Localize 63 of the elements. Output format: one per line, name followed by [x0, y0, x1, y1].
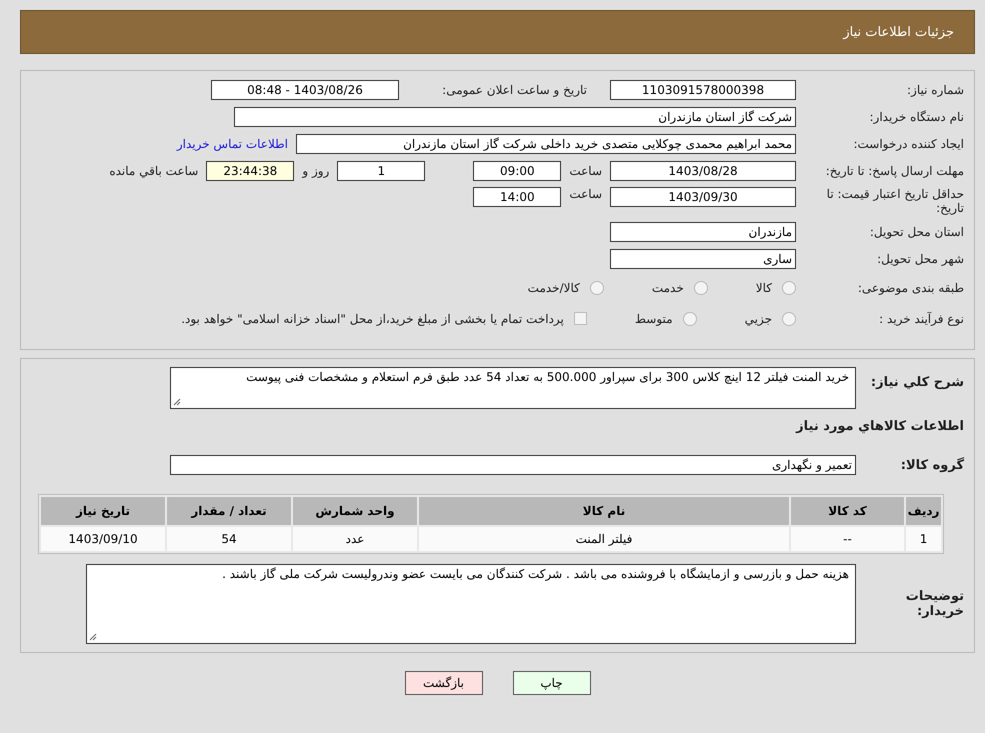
field-label: استان محل تحویل: — [868, 224, 964, 239]
deadline-time-field: 09:00 — [473, 161, 562, 181]
column-header: تاريخ نياز — [41, 497, 165, 526]
announce-date-field: 1403/08/26 - 08:48 — [211, 80, 399, 100]
buyer-notes-box[interactable]: هزینه حمل و بازرسی و ازمایشگاه با فروشنده می باشد . شرکت کنندگان می بایست عضو وندرولیست شرکت ملی گاز باشند . — [86, 564, 856, 644]
column-header: رديف — [906, 497, 941, 526]
option-label: پرداخت تمام یا بخشی از مبلغ خرید،از محل "اسناد خزانه اسلامی" خواهد بود. — [181, 312, 564, 326]
days-field: 1 — [337, 161, 426, 181]
field-label: شماره نیاز: — [906, 82, 964, 98]
column-header: نام کالا — [419, 497, 789, 526]
field-label: طبقه بندی موضوعی: — [856, 280, 964, 295]
city-field: ساری — [610, 248, 796, 269]
resize-grip-icon[interactable] — [89, 633, 97, 642]
description-box[interactable]: خرید المنت فیلتر 12 اینچ کلاس 300 برای سپراور 500.000 به تعداد 54 عدد طبق فرم استعلام و مشخصات فنی پیوست — [170, 366, 856, 409]
field-label: ساعت باقي مانده — [109, 164, 198, 178]
table-cell: 54 — [167, 527, 291, 552]
field-label: تاریخ و ساعت اعلان عمومی: — [441, 82, 587, 98]
table-cell: 1403/09/10 — [41, 527, 165, 552]
goods-group-field: تعمیر و نگهداری — [170, 455, 856, 476]
section-title: اطلاعات کالاهاي مورد نياز — [794, 418, 964, 434]
table-cell: فیلتر المنت — [419, 527, 789, 552]
print-button[interactable]: چاپ — [512, 671, 590, 696]
field-label: توضیحات خریدار: — [904, 588, 964, 620]
field-label: ایجاد کننده درخواست: — [852, 136, 964, 152]
column-header: واحد شمارش — [293, 497, 417, 526]
back-button[interactable]: بازگشت — [404, 671, 482, 696]
column-header: تعداد / مقدار — [167, 497, 291, 526]
field-label: ساعت — [569, 187, 602, 201]
page-header: جزئیات اطلاعات نیاز — [20, 10, 975, 54]
validity-time-field: 14:00 — [473, 187, 562, 207]
validity-date-field: 1403/09/30 — [610, 187, 796, 207]
radio-button[interactable] — [782, 312, 796, 326]
radio-button[interactable] — [782, 280, 796, 295]
radio-button[interactable] — [590, 280, 604, 295]
field-label: نام دستگاه خریدار: — [868, 110, 964, 124]
option-label: کالا/خدمت — [528, 280, 580, 295]
field-label: نوع فرآیند خرید : — [878, 312, 964, 326]
table-cell: عدد — [293, 527, 417, 552]
field-label: ساعت — [569, 164, 602, 178]
remaining-time-field: 23:44:38 — [206, 161, 294, 181]
deadline-date-field: 1403/08/28 — [610, 161, 796, 181]
field-label: گروه کالا: — [900, 458, 964, 474]
province-field: مازندران — [610, 222, 796, 242]
buyer-org-field: شرکت گاز استان مازندران — [234, 107, 796, 127]
need-number-field: 1103091578000398 — [610, 80, 796, 100]
option-label: کالا — [756, 280, 772, 295]
option-label: جزيي — [744, 312, 772, 326]
option-label: خدمت — [652, 280, 684, 295]
creator-field: محمد ابراهیم محمدی چوکلایی متصدی خرید داخلی شرکت گاز استان مازندران — [296, 134, 796, 154]
radio-button[interactable] — [694, 280, 708, 295]
checkbox[interactable] — [574, 312, 587, 326]
resize-grip-icon[interactable] — [173, 398, 181, 406]
table-cell: -- — [791, 527, 904, 552]
field-label: روز و — [302, 164, 330, 178]
column-header: کد کالا — [791, 497, 904, 526]
radio-button[interactable] — [682, 312, 697, 326]
field-label: حداقل تاریخ اعتبار قیمت: تا تاریخ: — [826, 187, 964, 216]
option-label: متوسط — [634, 312, 673, 326]
field-label: مهلت ارسال پاسخ: تا تاریخ: — [824, 164, 964, 178]
buyer-contact-link[interactable]: اطلاعات تماس خریدار — [176, 137, 288, 151]
field-label: شرح کلي نياز: — [870, 374, 964, 390]
field-label: شهر محل تحویل: — [876, 252, 964, 266]
table-cell: 1 — [906, 527, 941, 552]
